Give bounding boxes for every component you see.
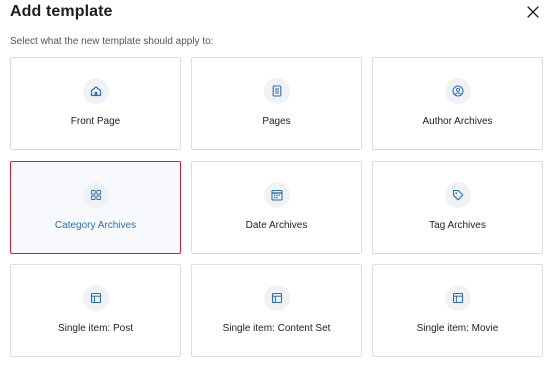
category-icon	[90, 190, 101, 200]
tile-label: Front Page	[70, 116, 121, 127]
template-tile-single-item-post[interactable]: Single item: Post	[10, 264, 181, 357]
modal-subtitle: Select what the new template should appl…	[10, 36, 214, 47]
tile-label: Pages	[262, 116, 291, 127]
template-tile-category-archives[interactable]: Category Archives	[10, 161, 181, 254]
template-tile-author-archives[interactable]: Author Archives	[372, 57, 543, 150]
tag-icon	[452, 189, 463, 201]
add-template-modal: Add template Select what the new templat…	[0, 0, 550, 365]
layout-icon	[90, 292, 101, 304]
author-icon	[451, 85, 464, 97]
template-tile-date-archives[interactable]: Date Archives	[191, 161, 362, 254]
close-button[interactable]	[525, 4, 541, 20]
tile-label: Category Archives	[54, 220, 137, 231]
template-tile-front-page[interactable]: Front Page	[10, 57, 181, 150]
layout-icon	[271, 292, 282, 304]
modal-title: Add template	[10, 3, 113, 20]
template-tile-tag-archives[interactable]: Tag Archives	[372, 161, 543, 254]
close-icon	[527, 6, 539, 18]
home-icon	[90, 86, 101, 97]
layout-icon	[452, 292, 463, 304]
template-tile-single-item-movie[interactable]: Single item: Movie	[372, 264, 543, 357]
calendar-icon	[270, 189, 283, 201]
tile-label: Author Archives	[422, 116, 493, 127]
page-icon	[272, 85, 281, 97]
tile-label: Single item: Content Set	[222, 323, 331, 334]
template-tile-pages[interactable]: Pages	[191, 57, 362, 150]
tile-label: Single item: Movie	[416, 323, 499, 334]
tile-label: Single item: Post	[57, 323, 134, 334]
template-tile-single-item-content-set[interactable]: Single item: Content Set	[191, 264, 362, 357]
tile-label: Tag Archives	[429, 220, 486, 231]
tile-label: Date Archives	[245, 220, 308, 231]
modal-header: Add template	[10, 3, 113, 25]
